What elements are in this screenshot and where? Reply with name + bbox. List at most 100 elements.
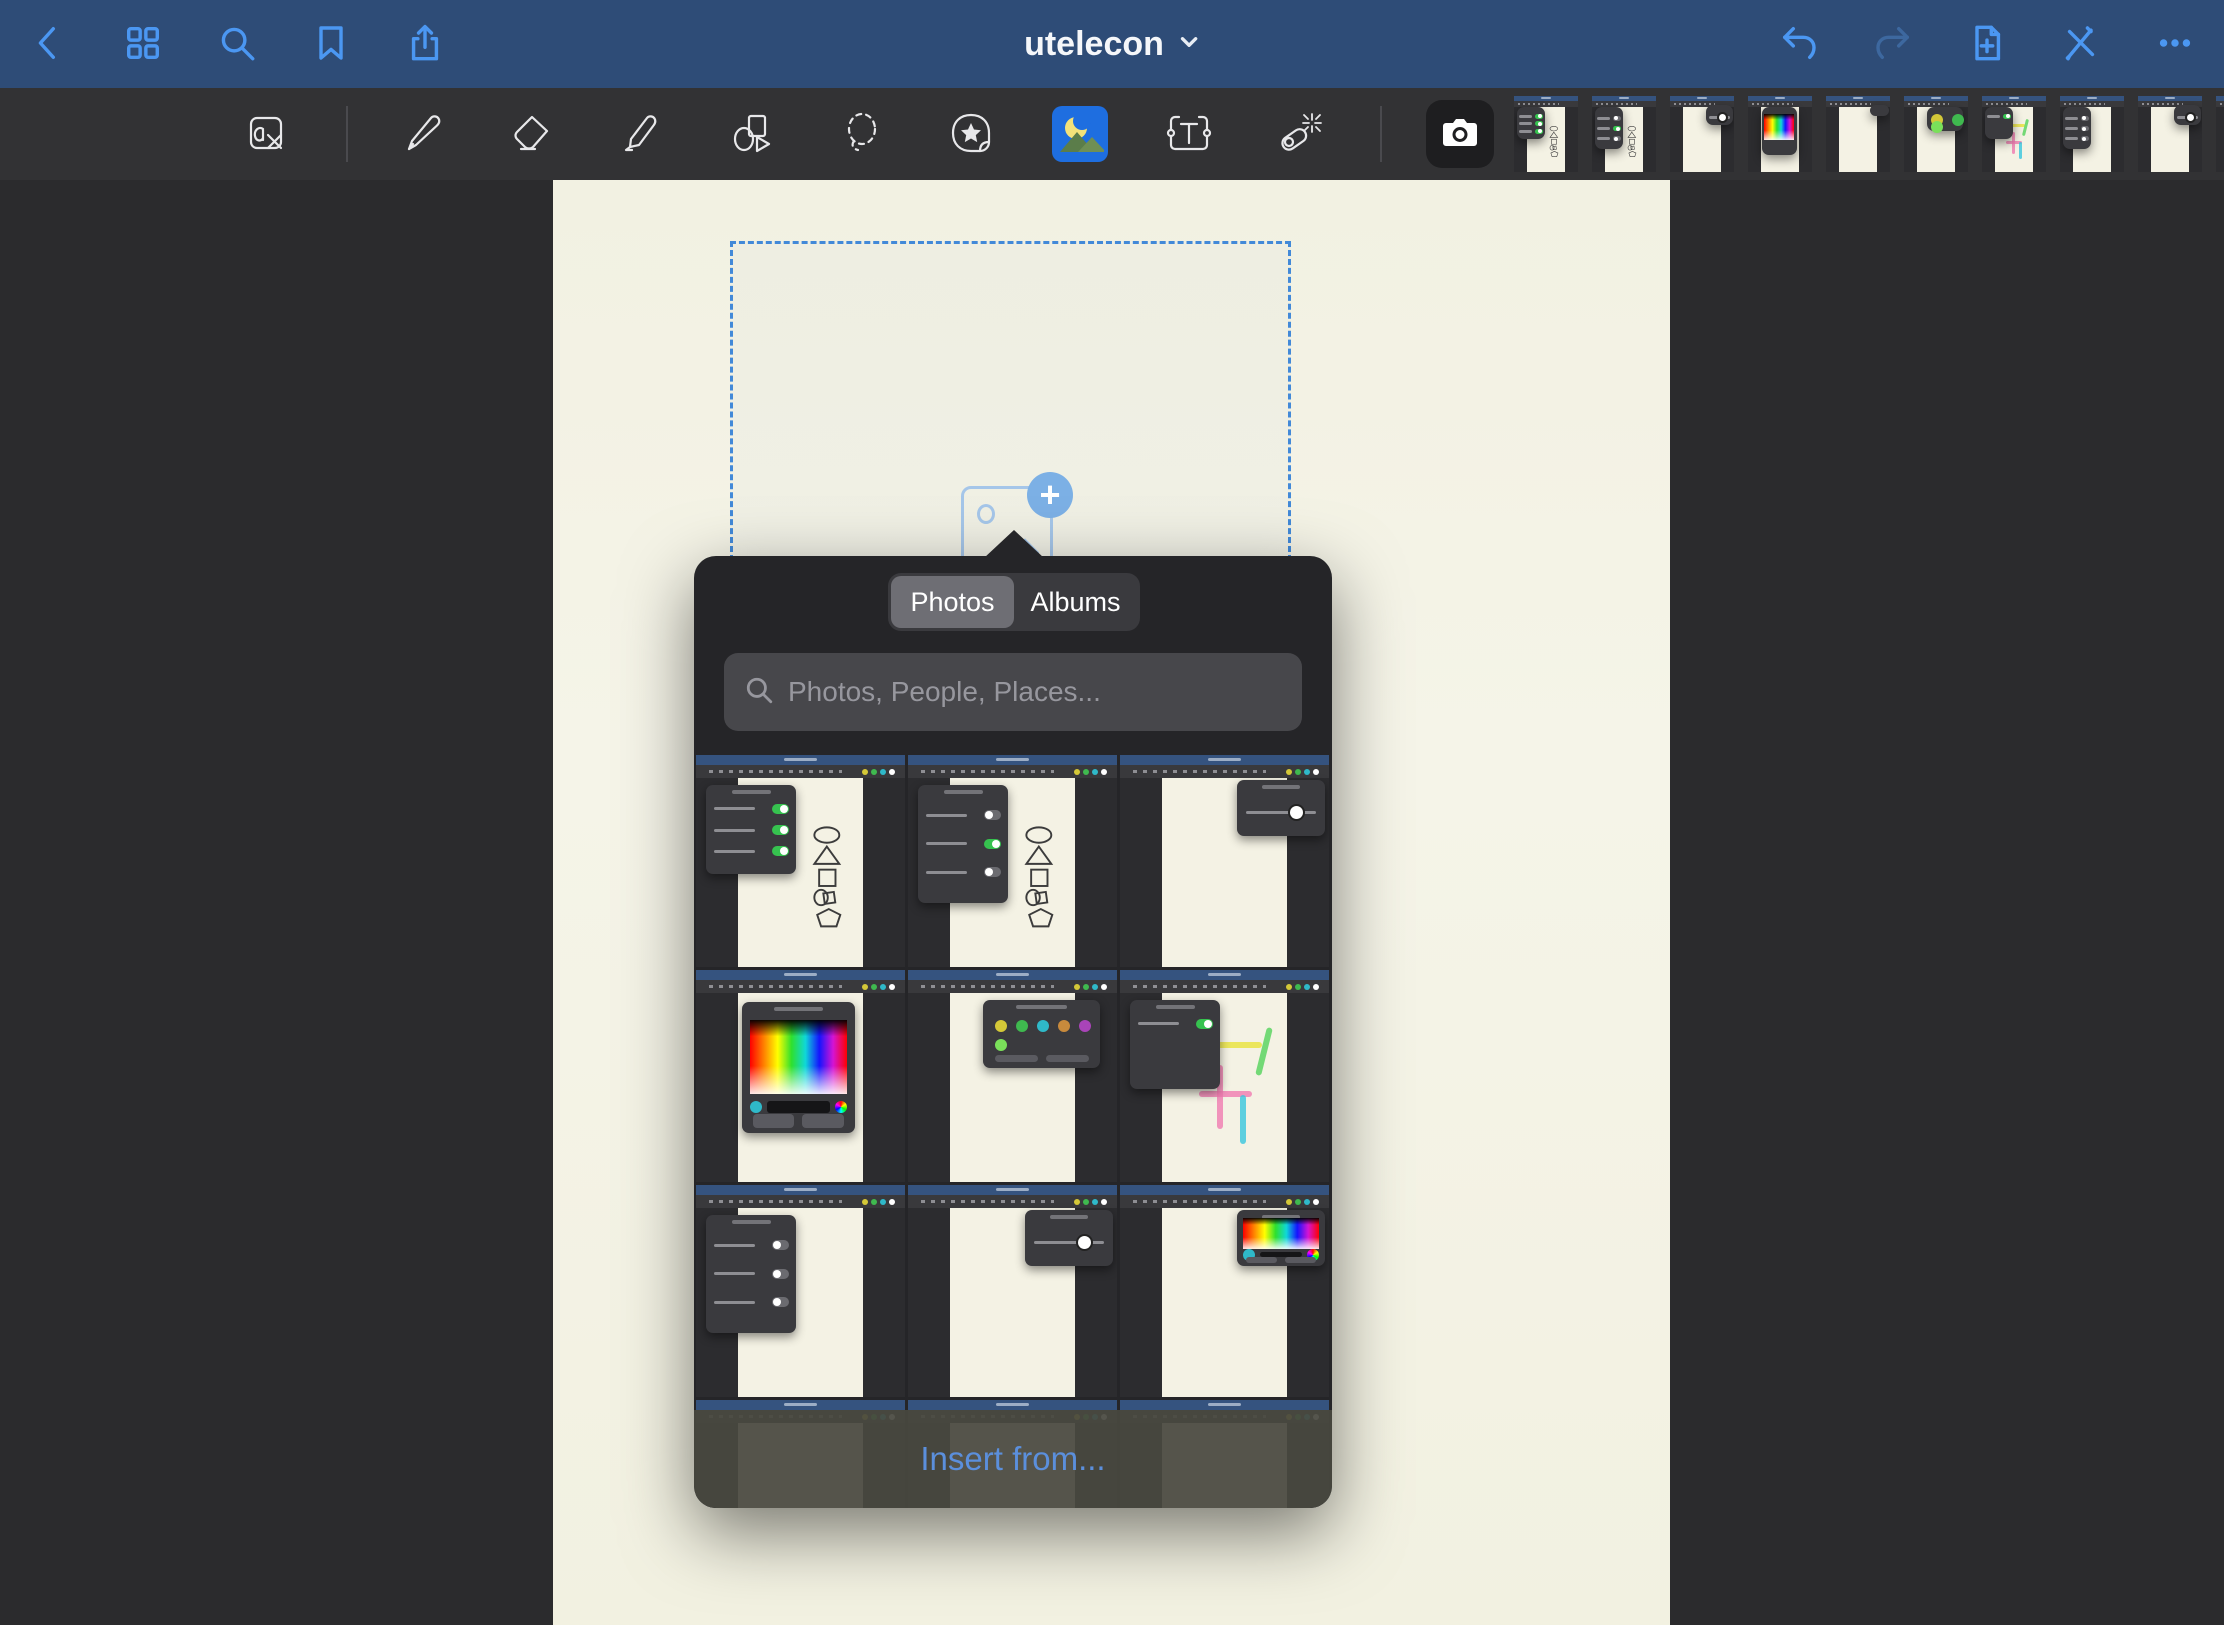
mini-popover-panel — [1985, 107, 2013, 139]
mini-thickness-slider — [1246, 811, 1316, 814]
photo-highlighter-thickness[interactable] — [1120, 755, 1329, 967]
mini-note-page — [1839, 107, 1877, 172]
mini-popover-panel — [742, 1002, 855, 1133]
mini-screenshot — [1982, 96, 2046, 172]
mini-toolbar-color-dots — [1286, 984, 1319, 990]
mini-toggle-row — [1597, 126, 1620, 131]
mini-toolbar — [696, 1195, 905, 1208]
shapes-icon — [727, 109, 775, 160]
photo-search-input[interactable] — [788, 676, 1282, 708]
mini-screenshot — [1120, 970, 1329, 1182]
photo-highlighter-color-spectrum[interactable] — [696, 970, 905, 1182]
thumb-highlighter-color-spectrum[interactable] — [1748, 96, 1812, 172]
mini-popover-panel — [1595, 107, 1623, 150]
photo-pen-thickness[interactable] — [908, 1185, 1117, 1397]
thumb-blank-page[interactable] — [1826, 96, 1890, 172]
mini-navbar — [1120, 1400, 1329, 1410]
thumb-lasso-tool[interactable] — [1514, 96, 1578, 172]
mini-navbar — [1120, 1185, 1329, 1195]
pen-tool-button[interactable] — [392, 105, 450, 163]
mini-popover-panel — [1237, 780, 1325, 835]
search-button[interactable] — [214, 21, 260, 67]
mini-popover-panel — [2063, 107, 2091, 150]
insert-from-button[interactable]: Insert from... — [694, 1410, 1332, 1508]
pen-cross-icon — [2061, 23, 2101, 66]
lasso-icon — [837, 109, 885, 160]
photo-highlighter-color-presets[interactable] — [908, 970, 1117, 1182]
mini-popover-panel — [1870, 105, 1889, 116]
eraser-tool-button[interactable] — [502, 105, 560, 163]
mini-toolbar — [1120, 765, 1329, 778]
highlighter-tool-button[interactable] — [612, 105, 670, 163]
mini-toggle-row — [926, 839, 1001, 848]
mini-navbar — [1120, 970, 1329, 980]
mini-toggle-row — [1519, 129, 1542, 134]
canvas-area: + Photos Albums Insert from... — [0, 180, 2224, 1625]
tab-photos[interactable]: Photos — [891, 576, 1014, 628]
mini-screenshot — [1748, 96, 1812, 172]
share-button[interactable] — [402, 21, 448, 67]
thumb-highlighter-strokes[interactable] — [1982, 96, 2046, 172]
mini-preset-dots-row2 — [995, 1039, 1007, 1051]
mini-preset-dots-row2 — [1931, 121, 1943, 133]
toolbar-divider — [346, 106, 348, 162]
photo-lasso-tool[interactable] — [696, 755, 905, 967]
mini-toolbar-color-dots — [862, 1199, 895, 1205]
mini-toggle-row — [1519, 121, 1542, 126]
handwriting-icon — [241, 109, 289, 160]
back-button[interactable] — [26, 21, 72, 67]
mini-screenshot — [908, 755, 1117, 967]
mini-screenshot — [1592, 96, 1656, 172]
lasso-tool-button[interactable] — [832, 105, 890, 163]
thumb-pen-thickness[interactable] — [2138, 96, 2202, 172]
add-image-plus-badge[interactable]: + — [1027, 472, 1073, 518]
image-tool-button[interactable] — [1052, 106, 1108, 162]
mini-toggle-row — [1987, 114, 2010, 119]
mini-popover-panel — [1517, 107, 1545, 139]
insert-from-label: Insert from... — [920, 1440, 1105, 1478]
highlighter-icon — [617, 109, 665, 160]
pen-mode-button[interactable] — [2058, 21, 2104, 67]
thumbnails-grid-button[interactable] — [120, 21, 166, 67]
shapes-tool-button[interactable] — [722, 105, 780, 163]
handwriting-tool-button[interactable] — [236, 105, 294, 163]
thumb-shape-tool[interactable] — [1592, 96, 1656, 172]
redo-icon — [1873, 23, 1913, 66]
mini-toggle-row — [714, 804, 789, 813]
photo-shape-tool[interactable] — [908, 755, 1117, 967]
thumb-highlighter-color-presets[interactable] — [1904, 96, 1968, 172]
thumb-pen-color-spectrum[interactable] — [2216, 96, 2224, 172]
photo-search-field[interactable] — [724, 653, 1302, 731]
more-button[interactable] — [2152, 21, 2198, 67]
ellipsis-icon — [2155, 23, 2195, 66]
bookmark-button[interactable] — [308, 21, 354, 67]
undo-button[interactable] — [1776, 21, 1822, 67]
mini-hex-row — [750, 1099, 847, 1115]
redo-button[interactable] — [1870, 21, 1916, 67]
photo-eraser-options[interactable] — [696, 1185, 905, 1397]
add-page-button[interactable] — [1964, 21, 2010, 67]
mini-popover-panel — [706, 785, 796, 874]
mini-toolbar — [1120, 980, 1329, 993]
laser-pointer-icon — [1275, 109, 1323, 160]
mini-popover-panel — [1927, 107, 1963, 131]
mini-navbar — [908, 1185, 1117, 1195]
text-tool-button[interactable] — [1160, 105, 1218, 163]
image-tool-icon — [1056, 110, 1104, 158]
photo-picker-popover: Photos Albums Insert from... — [694, 556, 1332, 1508]
photo-highlighter-straight-line[interactable] — [1120, 970, 1329, 1182]
photo-pen-color-spectrum[interactable] — [1120, 1185, 1329, 1397]
mini-screenshot — [2216, 96, 2224, 172]
mini-navbar — [1120, 755, 1329, 765]
mini-toggle-row — [1597, 116, 1620, 121]
sticker-tool-button[interactable] — [942, 105, 1000, 163]
laser-pointer-tool-button[interactable] — [1270, 105, 1328, 163]
mini-toolbar — [908, 1195, 1117, 1208]
thumb-eraser-options[interactable] — [2060, 96, 2124, 172]
camera-button[interactable] — [1426, 100, 1494, 168]
tab-albums[interactable]: Albums — [1014, 576, 1137, 628]
mini-preset-dots — [995, 1020, 1091, 1032]
thumb-highlighter-thickness[interactable] — [1670, 96, 1734, 172]
document-title-menu[interactable]: utelecon — [1024, 0, 1200, 88]
photos-albums-segmented-control: Photos Albums — [888, 573, 1140, 631]
